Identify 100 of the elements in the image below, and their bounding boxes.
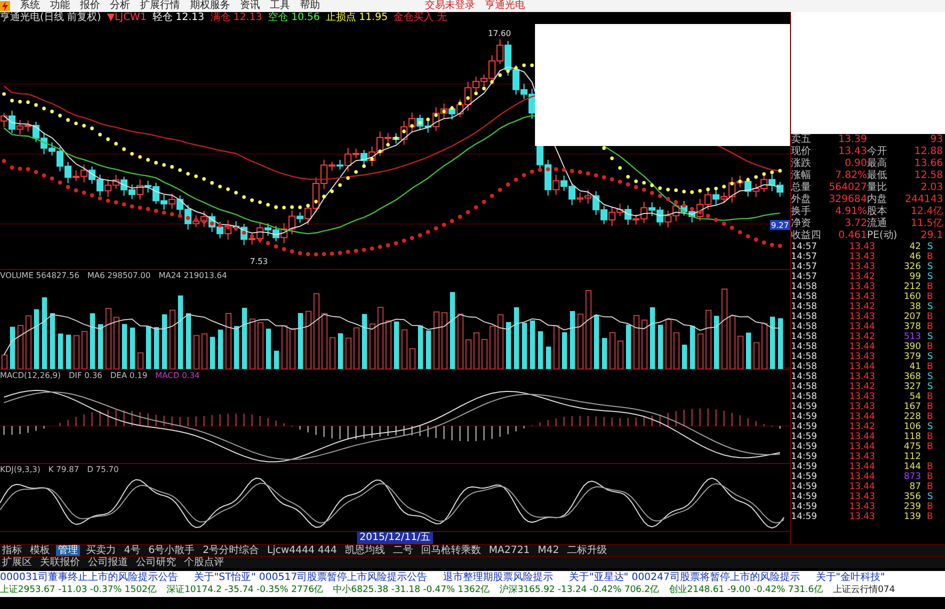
info-tab[interactable]: 关联报价: [38, 557, 82, 568]
indicator-tab[interactable]: 买卖力: [84, 545, 118, 556]
menu-item[interactable]: 分析: [110, 0, 130, 12]
tick-side: S: [926, 422, 933, 432]
menu-item[interactable]: 资讯: [240, 0, 260, 12]
indicator-tab[interactable]: 4号: [122, 545, 142, 556]
quote-label: 流通: [867, 218, 888, 230]
info-tab[interactable]: 个股点评: [182, 557, 226, 568]
indicator-tab[interactable]: 二号: [390, 545, 415, 556]
tick-side: B: [926, 252, 933, 262]
tick-side: B: [926, 342, 933, 352]
tick-time: 14:58: [791, 372, 818, 382]
tick-price: 13.43: [848, 312, 875, 322]
indicator-tab[interactable]: MA2721: [486, 545, 532, 556]
news-link[interactable]: 退市整理期股票风险提示: [443, 571, 554, 584]
news-link[interactable]: 000031司董事终止上市的风险提示公告: [0, 571, 178, 584]
tick-side: B: [926, 402, 933, 412]
indicator-label: VOLUME 564827.56: [0, 270, 80, 281]
tick-price: 13.43: [848, 402, 875, 412]
indicator-tab[interactable]: 凯恩均线: [342, 545, 387, 556]
info-tab[interactable]: 公司研究: [134, 557, 178, 568]
tick-volume: 118: [902, 432, 921, 442]
tick-price: 13.43: [848, 512, 875, 522]
tick-time: 14:58: [791, 302, 818, 312]
indicator-label: DIF 0.36: [68, 370, 102, 381]
tick-time: 14:59: [791, 462, 818, 472]
quote-value: 93: [929, 134, 943, 146]
tick-volume: 144: [902, 462, 921, 472]
indicator-value: 满仓 12.13: [210, 12, 262, 24]
tick-volume: 513: [902, 332, 921, 342]
tick-side: B: [926, 482, 933, 492]
tick-volume: 239: [902, 502, 921, 512]
indicator-label: KDJ(9,3,3): [0, 464, 40, 475]
tick-price: 13.43: [848, 292, 875, 302]
menu-item[interactable]: 帮助: [300, 0, 320, 12]
news-link[interactable]: 关于"ST怡亚" 000517司股票暂停上市风险提示公告: [194, 571, 428, 584]
indicator-value: 轻仓 12.13: [152, 12, 204, 24]
quote-label: 净资: [791, 218, 812, 230]
tick-price: 13.44: [848, 412, 875, 422]
quote-label: 卖五: [791, 134, 812, 146]
info-tab[interactable]: 扩展区: [0, 557, 34, 568]
indicator-tab[interactable]: 2号分时综合: [200, 545, 262, 556]
quote-label: 现价: [791, 146, 812, 158]
indicator-label: MACD(12,26,9): [0, 370, 61, 381]
tick-time: 14:58: [791, 312, 818, 322]
tick-time: 14:57: [791, 252, 818, 262]
tick-time: 14:57: [791, 262, 818, 272]
price-label: 17.60: [488, 29, 511, 38]
tick-price: 13.43: [848, 242, 875, 252]
menu-item[interactable]: 报价: [80, 0, 100, 12]
indicator-tab[interactable]: 模板: [28, 545, 52, 556]
tick-price: 13.42: [848, 302, 875, 312]
tick-volume: 390: [902, 342, 921, 352]
tick-side: S: [926, 262, 933, 272]
news-link[interactable]: 关于"亚星达" 000247司股票将暂停上市的风险提示: [569, 571, 800, 584]
quote-value: 4.91%: [834, 206, 867, 218]
tick-time: 14:58: [791, 352, 818, 362]
quote-value: 13.66: [913, 158, 943, 170]
tick-price: 13.44: [848, 342, 875, 352]
news-link[interactable]: 关于"金叶科技": [816, 571, 885, 584]
quote-label: 涨跌: [791, 158, 812, 170]
indicator-tab[interactable]: 二标升级: [565, 545, 610, 556]
indicator-tab[interactable]: 管理: [56, 545, 80, 556]
menu-item[interactable]: 工具: [270, 0, 290, 12]
tick-side: B: [926, 392, 933, 402]
tick-side: B: [926, 282, 933, 292]
tick-price: 13.42: [848, 422, 875, 432]
tick-volume: 46: [908, 252, 921, 262]
indicator-tab[interactable]: 回马枪转乘数: [418, 545, 483, 556]
tick-side: B: [926, 292, 933, 302]
tick-price: 13.44: [848, 362, 875, 372]
tick-side: B: [926, 462, 933, 472]
menu-item[interactable]: 期权服务: [190, 0, 230, 12]
indicator-tab[interactable]: 指标: [0, 545, 24, 556]
tick-volume: 41: [908, 362, 921, 372]
menu-item[interactable]: 功能: [50, 0, 70, 12]
price-axis-tag: 9.27: [770, 220, 790, 230]
tick-side: S: [926, 272, 933, 282]
info-tab[interactable]: 公司报道: [86, 557, 130, 568]
price-label: 7.53: [250, 257, 268, 266]
index-quote: 中小6825.38 -31.18 -0.47% 1362亿: [333, 584, 490, 597]
quote-label: 内盘: [867, 194, 888, 206]
indicator-label: D 75.70: [87, 464, 119, 475]
tick-volume: 368: [902, 372, 921, 382]
tick-volume: 326: [902, 262, 921, 272]
tick-volume: 378: [902, 322, 921, 332]
indicator-tab[interactable]: 6号小散手: [146, 545, 197, 556]
quote-value: 13.43: [837, 146, 867, 158]
indicator-label: MA6 298507.00: [87, 270, 151, 281]
tick-time: 14:59: [791, 442, 818, 452]
indicator-value: 金仓买入 无: [394, 12, 447, 24]
tick-time: 14:59: [791, 502, 818, 512]
quote-label: PE(动): [867, 230, 898, 242]
tick-side: S: [926, 332, 933, 342]
tick-side: S: [926, 302, 933, 312]
tick-time: 14:59: [791, 432, 818, 442]
indicator-tab[interactable]: M42: [536, 545, 562, 556]
tick-price: 13.42: [848, 272, 875, 282]
quote-value: 0.461: [837, 230, 867, 242]
indicator-tab[interactable]: Ljcw4444 444: [265, 545, 339, 556]
